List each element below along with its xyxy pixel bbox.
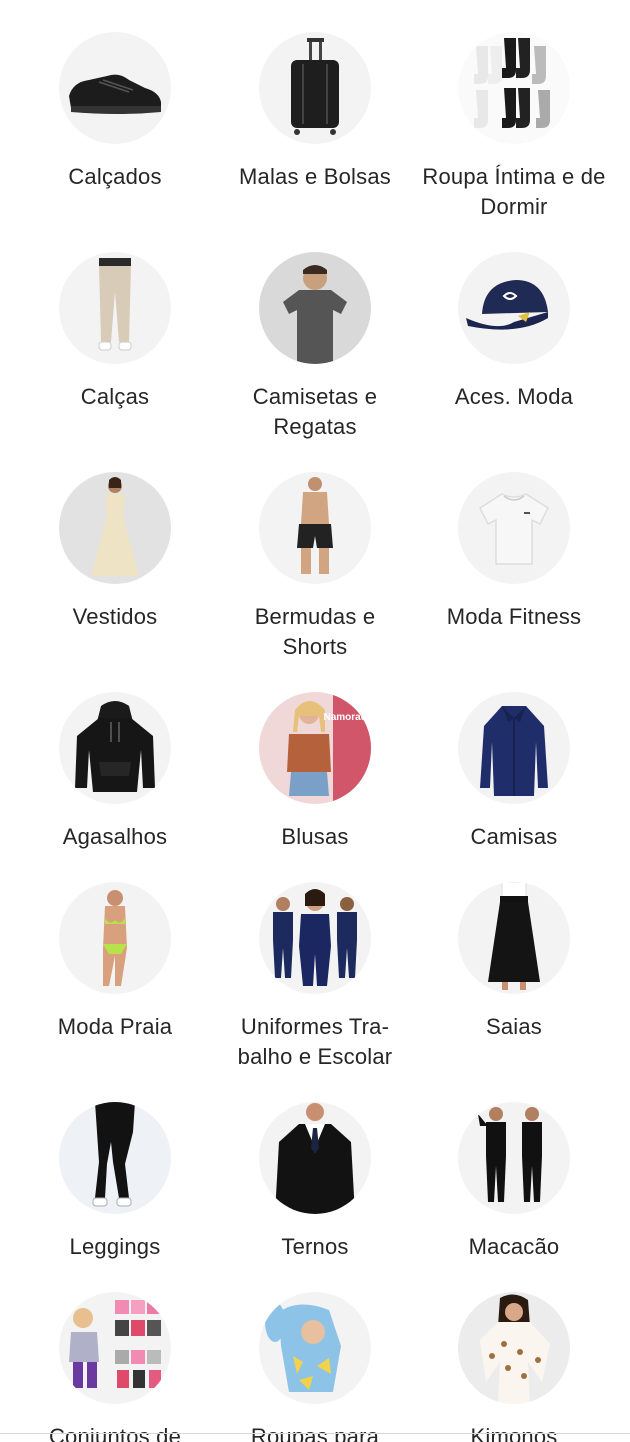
socks-icon bbox=[458, 32, 570, 144]
category-item-macacao[interactable]: Macacão bbox=[414, 1102, 614, 1262]
cap-icon bbox=[458, 252, 570, 364]
category-item-aces-moda[interactable]: Aces. Moda bbox=[414, 252, 614, 412]
category-item-roupa-intima[interactable]: Roupa Íntima e de Dormir bbox=[414, 32, 614, 222]
skirt-icon bbox=[458, 882, 570, 994]
blouse-promo-text: Namorados bbox=[323, 712, 371, 723]
tshirt-model-icon bbox=[259, 252, 371, 364]
dress-shirt-icon bbox=[458, 692, 570, 804]
kids-set-icon bbox=[59, 1292, 171, 1404]
category-label: Conjuntos de bbox=[48, 1424, 182, 1442]
category-item-calcados[interactable]: Calçados bbox=[15, 32, 215, 192]
category-label: Moda Praia bbox=[57, 1014, 173, 1039]
jumpsuit-icon bbox=[458, 1102, 570, 1214]
category-label: Ternos bbox=[281, 1234, 349, 1259]
category-item-leggings[interactable]: Leggings bbox=[15, 1102, 215, 1262]
category-label: Uniformes Tra-balho e Escolar bbox=[237, 1014, 393, 1069]
category-label: Bermudas e Shorts bbox=[254, 604, 376, 659]
hoodie-icon bbox=[59, 692, 171, 804]
bikini-icon bbox=[59, 882, 171, 994]
category-item-agasalhos[interactable]: Agasalhos bbox=[15, 692, 215, 852]
category-label: Calças bbox=[80, 384, 150, 409]
sneaker-icon bbox=[59, 32, 171, 144]
category-label: Blusas bbox=[281, 824, 349, 849]
category-label: Macacão bbox=[468, 1234, 560, 1259]
category-item-bermudas[interactable]: Bermudas e Shorts bbox=[215, 472, 415, 662]
category-label: Agasalhos bbox=[62, 824, 168, 849]
category-label: Roupas para bbox=[250, 1424, 380, 1442]
category-label: Saias bbox=[485, 1014, 543, 1039]
category-item-saias[interactable]: Saias bbox=[414, 882, 614, 1042]
category-label: Camisetas e Regatas bbox=[252, 384, 378, 439]
category-item-conjuntos[interactable]: Conjuntos de bbox=[15, 1292, 215, 1442]
white-tshirt-icon bbox=[458, 472, 570, 584]
baby-clothes-icon bbox=[259, 1292, 371, 1404]
category-item-roupas-para[interactable]: Roupas para bbox=[215, 1292, 415, 1442]
category-label: Leggings bbox=[69, 1234, 161, 1259]
category-label: Moda Fitness bbox=[446, 604, 582, 629]
category-item-moda-praia[interactable]: Moda Praia bbox=[15, 882, 215, 1042]
category-label: Roupa Íntima e de Dormir bbox=[422, 164, 606, 219]
suitcase-icon bbox=[259, 32, 371, 144]
category-label: Vestidos bbox=[72, 604, 158, 629]
category-item-calcas[interactable]: Calças bbox=[15, 252, 215, 412]
category-item-ternos[interactable]: Ternos bbox=[215, 1102, 415, 1262]
uniform-icon bbox=[259, 882, 371, 994]
category-item-moda-fitness[interactable]: Moda Fitness bbox=[414, 472, 614, 632]
category-item-camisas[interactable]: Camisas bbox=[414, 692, 614, 852]
category-item-uniformes[interactable]: Uniformes Tra-balho e Escolar bbox=[215, 882, 415, 1072]
shorts-icon bbox=[259, 472, 371, 584]
kimono-icon bbox=[458, 1292, 570, 1404]
blouse-icon: Namorados bbox=[259, 692, 371, 804]
category-item-kimonos[interactable]: Kimonos bbox=[414, 1292, 614, 1442]
category-label: Calçados bbox=[68, 164, 162, 189]
category-item-camisetas[interactable]: Camisetas e Regatas bbox=[215, 252, 415, 442]
category-item-malas[interactable]: Malas e Bolsas bbox=[215, 32, 415, 192]
suit-icon bbox=[259, 1102, 371, 1214]
category-label: Kimonos bbox=[470, 1424, 558, 1442]
category-item-blusas[interactable]: Namorados Blusas bbox=[215, 692, 415, 852]
category-label: Malas e Bolsas bbox=[239, 164, 391, 189]
category-label: Aces. Moda bbox=[454, 384, 574, 409]
category-item-vestidos[interactable]: Vestidos bbox=[15, 472, 215, 632]
pants-icon bbox=[59, 252, 171, 364]
bottom-divider bbox=[0, 1433, 630, 1434]
category-label: Camisas bbox=[470, 824, 558, 849]
leggings-icon bbox=[59, 1102, 171, 1214]
dress-icon bbox=[59, 472, 171, 584]
